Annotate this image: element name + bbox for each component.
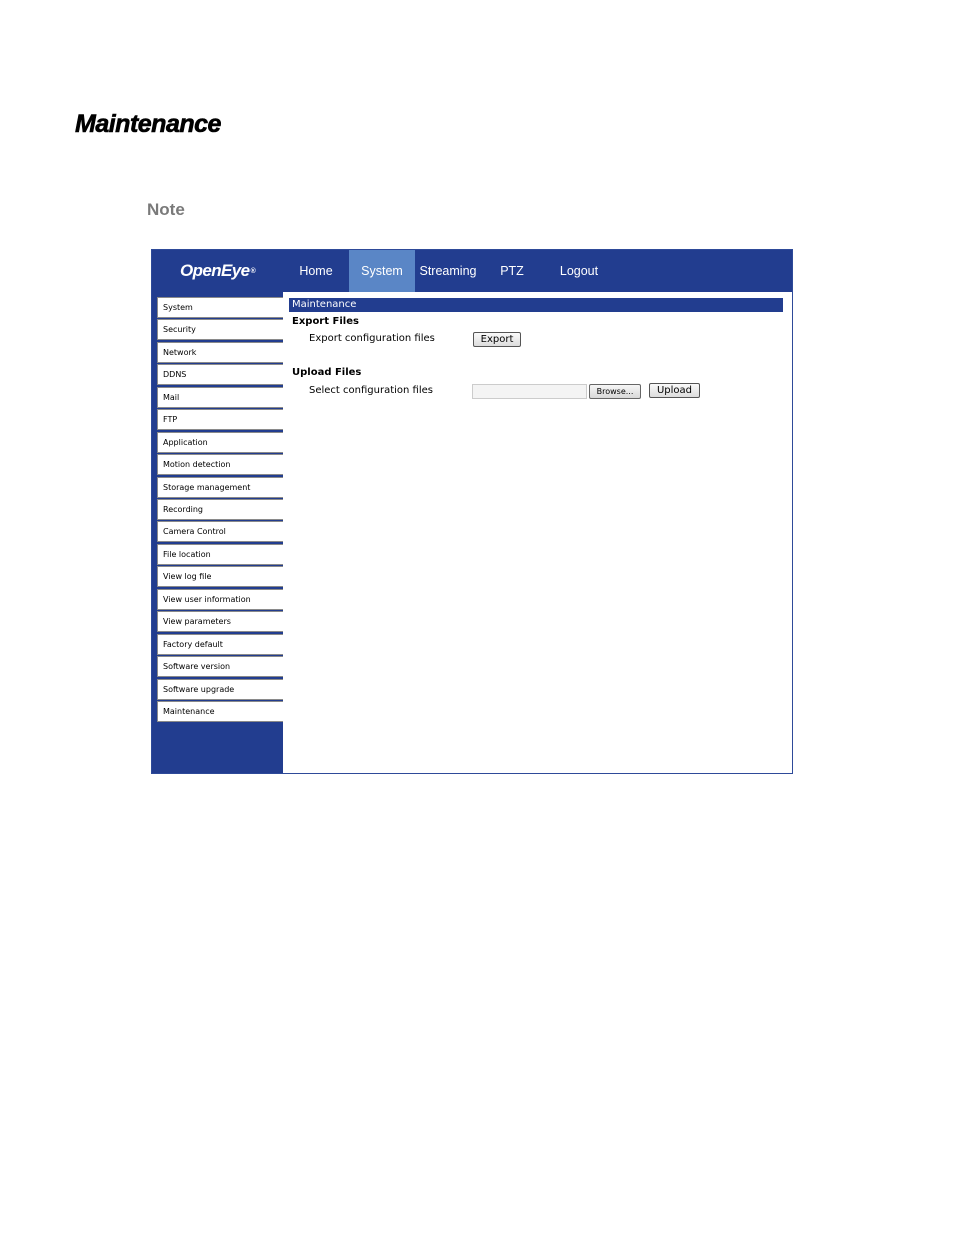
browse-button[interactable]: Browse...: [589, 384, 641, 399]
sidebar-item-maintenance[interactable]: Maintenance: [157, 701, 284, 722]
sidebar-item-file-location[interactable]: File location: [157, 544, 284, 565]
sidebar-item-view-user-information[interactable]: View user information: [157, 589, 284, 610]
sidebar-item-ddns[interactable]: DDNS: [157, 364, 284, 385]
sidebar: System Security Network DDNS Mail FTP Ap…: [152, 292, 284, 773]
nav-ptz[interactable]: PTZ: [481, 250, 543, 292]
page-title: Maintenance: [75, 110, 222, 139]
sidebar-item-application[interactable]: Application: [157, 432, 284, 453]
main-content: Maintenance Export Files Export configur…: [283, 292, 792, 773]
sidebar-item-camera-control[interactable]: Camera Control: [157, 521, 284, 542]
sidebar-item-storage-management[interactable]: Storage management: [157, 477, 284, 498]
sidebar-item-software-version[interactable]: Software version: [157, 656, 284, 677]
sidebar-item-network[interactable]: Network: [157, 342, 284, 363]
top-navigation-bar: OpenEye ® Home System Streaming PTZ Logou…: [152, 250, 792, 292]
camera-web-ui-screenshot: OpenEye ® Home System Streaming PTZ Logou…: [151, 249, 793, 774]
upload-files-heading: Upload Files: [292, 367, 362, 378]
openeye-logo: OpenEye ®: [152, 250, 283, 292]
sidebar-item-mail[interactable]: Mail: [157, 387, 284, 408]
config-file-input[interactable]: [472, 384, 587, 399]
export-files-heading: Export Files: [292, 316, 359, 327]
note-heading: Note: [147, 200, 185, 219]
sidebar-item-ftp[interactable]: FTP: [157, 409, 284, 430]
registered-mark: ®: [250, 267, 256, 275]
sidebar-item-software-upgrade[interactable]: Software upgrade: [157, 679, 284, 700]
nav-home[interactable]: Home: [283, 250, 349, 292]
sidebar-item-motion-detection[interactable]: Motion detection: [157, 454, 284, 475]
section-title: Maintenance: [289, 298, 783, 312]
logo-text: OpenEye: [179, 261, 250, 280]
sidebar-item-recording[interactable]: Recording: [157, 499, 284, 520]
sidebar-item-view-log-file[interactable]: View log file: [157, 566, 284, 587]
sidebar-item-system[interactable]: System: [157, 297, 284, 318]
sidebar-item-view-parameters[interactable]: View parameters: [157, 611, 284, 632]
select-config-label: Select configuration files: [309, 385, 433, 396]
export-button[interactable]: Export: [473, 332, 521, 347]
upload-button[interactable]: Upload: [649, 383, 700, 398]
sidebar-item-security[interactable]: Security: [157, 319, 284, 340]
export-config-label: Export configuration files: [309, 333, 435, 344]
nav-system[interactable]: System: [349, 250, 415, 292]
nav-logout[interactable]: Logout: [543, 250, 615, 292]
nav-streaming[interactable]: Streaming: [415, 250, 481, 292]
sidebar-item-factory-default[interactable]: Factory default: [157, 634, 284, 655]
